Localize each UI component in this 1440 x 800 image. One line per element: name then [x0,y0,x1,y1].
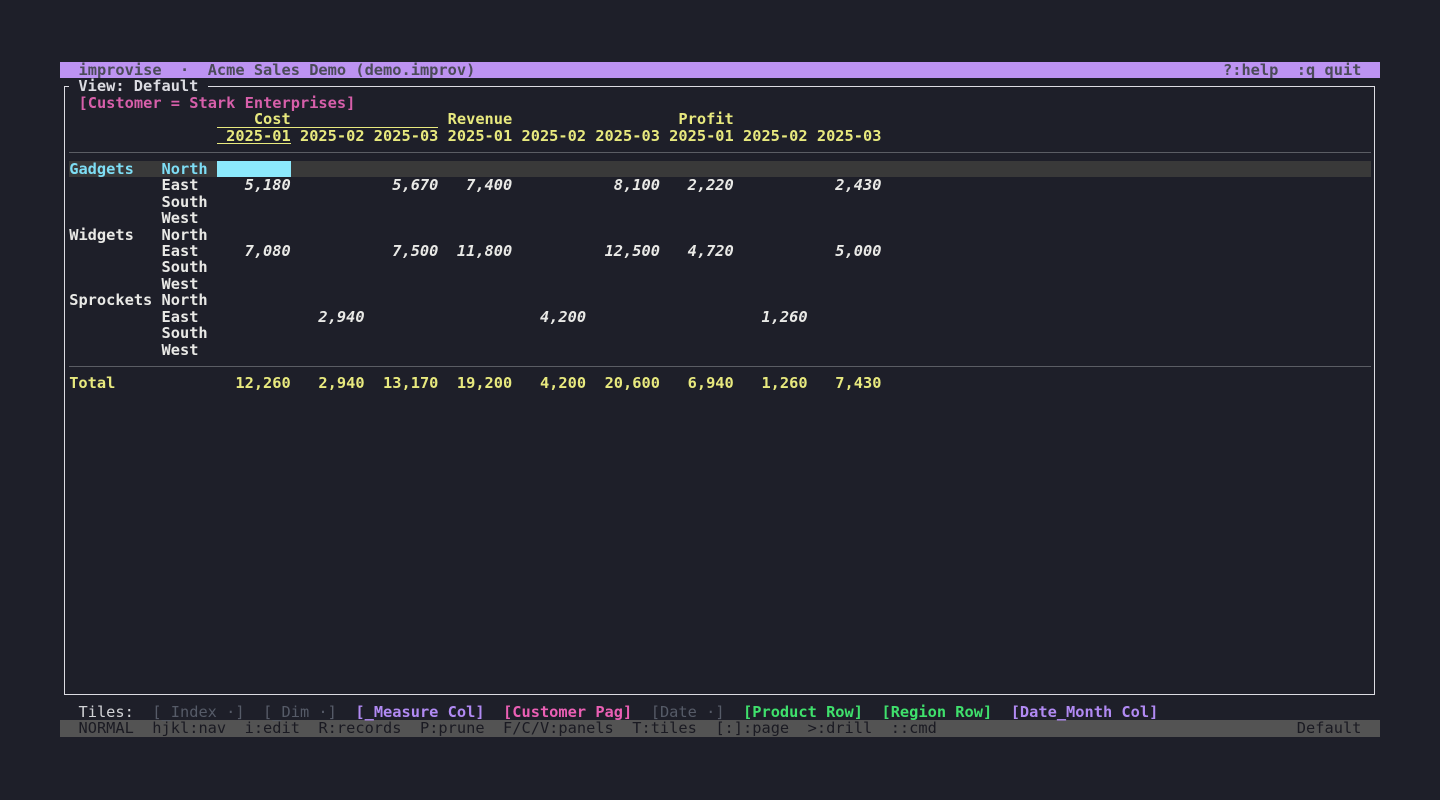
month-header[interactable]: 2025-01 [217,128,291,144]
region-label[interactable]: West [162,342,199,358]
data-cell[interactable]: 2,940 [291,309,365,325]
status-bar-row: NORMAL Default hjkl:navi:editR:recordsP:… [60,720,97,736]
month-header[interactable]: 2025-01 [438,128,512,144]
data-cell[interactable]: 5,670 [365,177,439,193]
terminal-screen: improvise · Acme Sales Demo (demo.improv… [0,0,1440,800]
total-cell: 19,200 [438,375,512,391]
data-cell[interactable]: 1,260 [734,309,808,325]
status-hint[interactable]: P:prune [420,720,485,736]
filter-row: [Customer = Stark Enterprises] [60,95,97,111]
measure-header-profit[interactable]: Profit [660,111,734,127]
tile-customerpag[interactable]: [Customer Pag] [503,704,632,720]
product-label[interactable]: Gadgets [69,161,134,177]
product-label[interactable]: Widgets [69,227,134,243]
data-cell[interactable]: 2,220 [660,177,734,193]
data-cell[interactable]: 7,500 [365,243,439,259]
status-hint[interactable]: i:edit [245,720,300,736]
status-hint[interactable]: ::cmd [891,720,937,736]
measure-header-cost[interactable]: Cost [217,111,291,127]
total-cell: 1,260 [734,375,808,391]
data-cell[interactable]: 5,180 [217,177,291,193]
month-header[interactable]: 2025-02 [512,128,586,144]
data-cell[interactable]: 11,800 [438,243,512,259]
total-cell: 2,940 [291,375,365,391]
status-view-name: Default [1297,720,1362,736]
month-header[interactable]: 2025-03 [586,128,660,144]
tile-date[interactable]: [Date ·] [651,704,725,720]
status-hint[interactable]: hjkl:nav [152,720,226,736]
total-cell: 4,200 [512,375,586,391]
total-cell: 20,600 [586,375,660,391]
quit-hint[interactable]: :q quit [1297,62,1362,78]
status-hint[interactable]: [:]:page [715,720,789,736]
region-label[interactable]: North [162,161,208,177]
region-label[interactable]: South [162,325,208,341]
region-label[interactable]: East [162,243,199,259]
app-bar-separator-icon: · [180,62,189,78]
total-cell: 12,260 [217,375,291,391]
status-hint[interactable]: R:records [318,720,401,736]
data-cell[interactable]: 5,000 [808,243,882,259]
total-cell: 13,170 [365,375,439,391]
tile-_index[interactable]: [_Index ·] [152,704,244,720]
tiles-bar-label: Tiles: [79,704,134,720]
filter-badge[interactable]: [Customer = Stark Enterprises] [79,95,356,111]
data-cell[interactable]: 7,400 [438,177,512,193]
tiles-bar: Tiles: [_Index ·][_Dim ·][_Measure Col][… [60,704,97,720]
app-bar-row: improvise · Acme Sales Demo (demo.improv… [60,62,97,78]
data-cell[interactable]: 4,720 [660,243,734,259]
header-separator [69,152,1370,153]
month-header[interactable]: 2025-02 [734,128,808,144]
tile-regionrow[interactable]: [Region Row] [881,704,992,720]
tile-_measurecol[interactable]: [_Measure Col] [355,704,484,720]
product-label[interactable]: Sprockets [69,292,152,308]
region-label[interactable]: East [162,309,199,325]
cursor-cell[interactable] [217,161,291,177]
view-title-text: View: Default [78,77,198,95]
tile-productrow[interactable]: [Product Row] [743,704,863,720]
data-cell[interactable]: 2,430 [808,177,882,193]
region-label[interactable]: West [162,276,199,292]
status-hint[interactable]: T:tiles [632,720,697,736]
tile-date_monthcol[interactable]: [Date_Month Col] [1011,704,1159,720]
app-name: improvise [79,62,162,78]
region-label[interactable]: South [162,259,208,275]
data-cell[interactable]: 8,100 [586,177,660,193]
data-cell[interactable]: 12,500 [586,243,660,259]
region-label[interactable]: North [162,292,208,308]
region-label[interactable]: East [162,177,199,193]
month-header[interactable]: 2025-03 [365,128,439,144]
document-title: Acme Sales Demo (demo.improv) [208,62,476,78]
region-label[interactable]: South [162,194,208,210]
region-label[interactable]: West [162,210,199,226]
status-hint[interactable]: F/C/V:panels [503,720,614,736]
month-header[interactable]: 2025-03 [808,128,882,144]
total-cell: 7,430 [808,375,882,391]
total-cell: 6,940 [660,375,734,391]
month-header[interactable]: 2025-02 [291,128,365,144]
measure-header-revenue[interactable]: Revenue [438,111,512,127]
total-separator [69,366,1370,367]
help-hint[interactable]: ?:help [1223,62,1278,78]
tile-_dim[interactable]: [_Dim ·] [263,704,337,720]
month-header[interactable]: 2025-01 [660,128,734,144]
total-row: Total 12,2602,94013,17019,2004,20020,600… [60,375,97,391]
status-hint[interactable]: >:drill [808,720,873,736]
data-cell[interactable]: 7,080 [217,243,291,259]
region-label[interactable]: North [162,227,208,243]
total-label: Total [69,375,115,391]
view-panel-title: View: Default [69,78,207,94]
selected-month-underline [217,143,291,144]
status-mode: NORMAL [79,720,134,736]
data-cell[interactable]: 4,200 [512,309,586,325]
